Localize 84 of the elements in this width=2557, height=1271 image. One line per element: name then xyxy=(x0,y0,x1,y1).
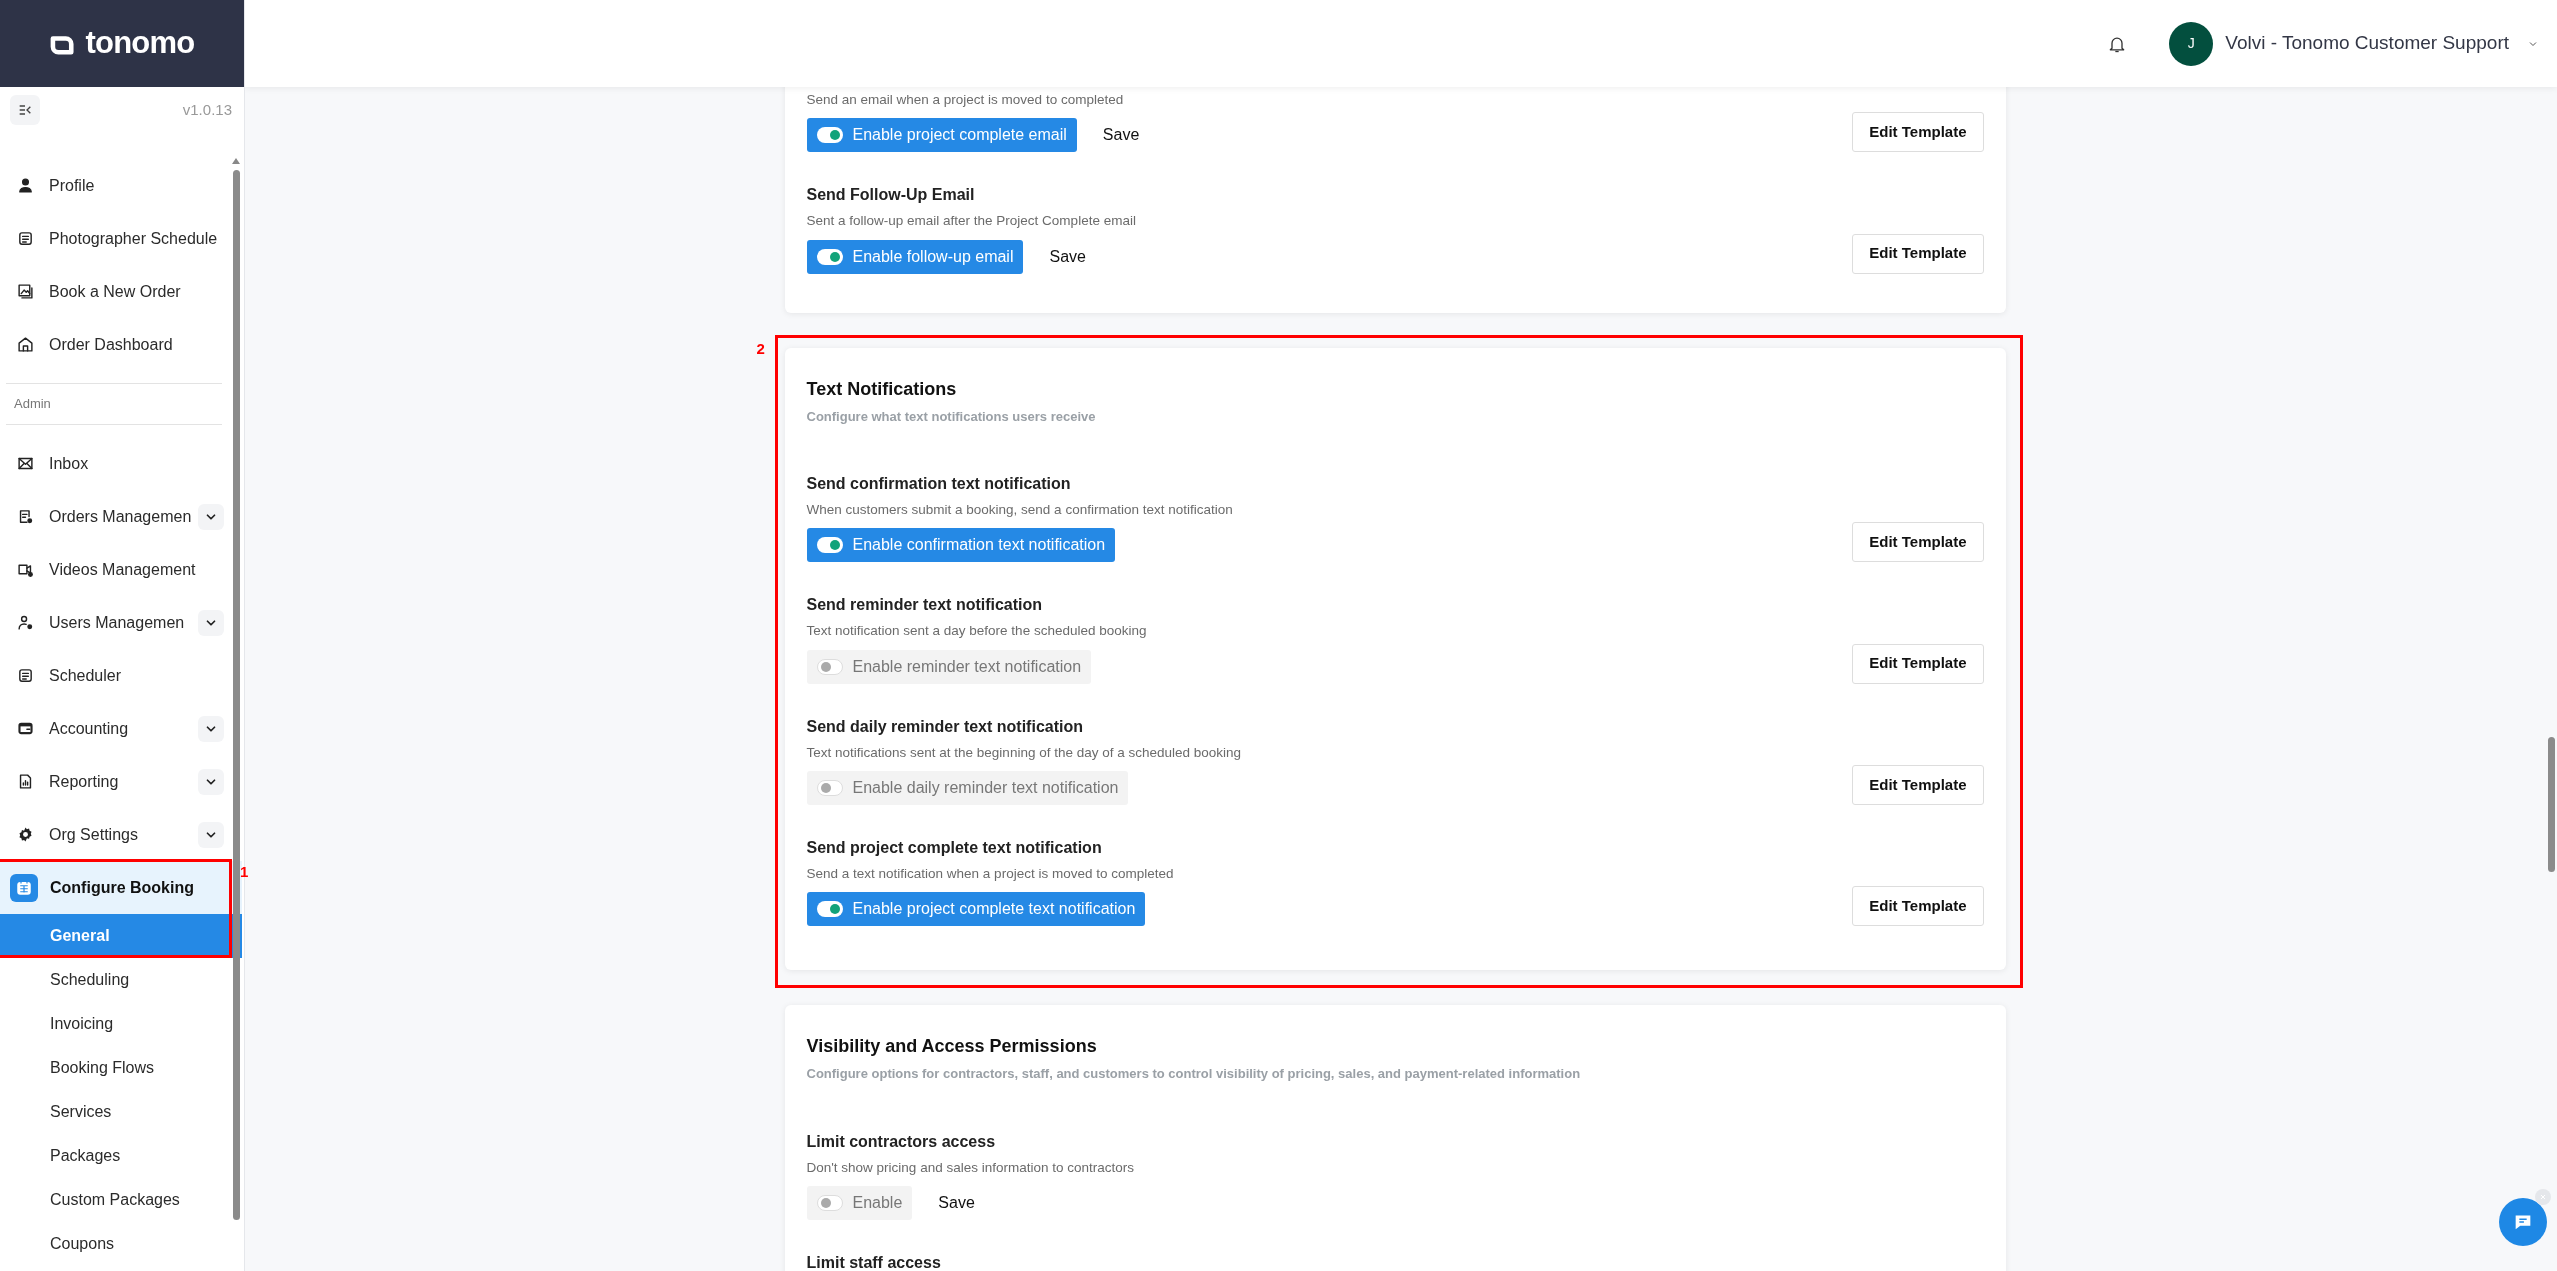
setting-title: Limit contractors access xyxy=(806,1131,997,1152)
edit-template-button[interactable]: Edit Template xyxy=(1852,764,1984,805)
submenu-item[interactable]: Packages xyxy=(0,1134,228,1178)
sidebar-item[interactable]: Reporting xyxy=(0,755,228,808)
toggle-switch[interactable]: Enable follow-up email xyxy=(806,239,1024,274)
mail-icon xyxy=(17,455,34,472)
submenu-item[interactable]: Services xyxy=(0,1090,228,1134)
save-button[interactable]: Save xyxy=(938,1190,975,1215)
sidebar-item[interactable]: Org Settings xyxy=(0,808,228,861)
version-label: v1.0.13 xyxy=(182,99,233,120)
sidebar-item[interactable]: Inbox xyxy=(0,437,228,490)
list-icon xyxy=(17,667,34,684)
expand-button[interactable] xyxy=(198,609,224,636)
setting-description: Send an email when a project is moved to completed xyxy=(806,91,1125,109)
sidebar-item[interactable]: Photographer Schedule xyxy=(0,212,228,265)
user-gear-icon xyxy=(17,614,34,631)
expand-button[interactable] xyxy=(198,821,224,848)
calendar-icon xyxy=(10,873,38,902)
avatar: J xyxy=(2169,21,2214,66)
image-icon xyxy=(17,283,34,300)
chat-button[interactable] xyxy=(2499,1198,2547,1246)
setting-title: Send project complete text notification xyxy=(806,837,1103,858)
setting-description: Sent a follow-up email after the Project Complete email xyxy=(806,212,1136,231)
setting-description: Don't show pricing and sales information to contractors xyxy=(806,1158,1134,1177)
setting-title: Send confirmation text notification xyxy=(806,474,1072,494)
settings-icon xyxy=(17,826,34,843)
setting-title: Send reminder text notification xyxy=(806,595,1044,616)
sidebar-item[interactable]: Scheduler xyxy=(0,649,228,702)
toggle-switch[interactable]: Enable xyxy=(806,1185,913,1220)
setting-description: When customers submit a booking, send a confirmation text notification xyxy=(806,501,1233,519)
setting-title: Send Follow-Up Email xyxy=(806,185,976,206)
setting-description: Text notification sent a day before the scheduled booking xyxy=(806,622,1147,641)
submenu-item[interactable]: Custom Packages xyxy=(0,1178,228,1222)
collapse-icon xyxy=(17,102,33,118)
user-menu[interactable]: J Volvi - Tonomo Customer Support xyxy=(2169,21,2539,66)
annotation-label: 1 xyxy=(240,862,249,882)
submenu-item[interactable]: General xyxy=(0,914,242,958)
wallet-icon xyxy=(17,720,34,737)
card-subtitle: Configure options for contractors, staff, and customers to control visibility of pricing, sales, and payment-related information xyxy=(806,1065,1582,1083)
setting-description: Text notifications sent at the beginning of the day of a scheduled booking xyxy=(806,743,1242,762)
sidebar-item[interactable]: Orders Managemen xyxy=(0,490,228,543)
sidebar-item[interactable]: Order Dashboard xyxy=(0,318,228,371)
expand-button[interactable] xyxy=(198,768,224,795)
edit-template-button[interactable]: Edit Template xyxy=(1852,643,1984,684)
list-icon xyxy=(17,230,34,247)
submenu-item[interactable]: Booking Flows xyxy=(0,1046,228,1090)
sidebar-item[interactable]: Book a New Order xyxy=(0,265,228,318)
save-button[interactable]: Save xyxy=(1049,244,1086,269)
sidebar-item[interactable]: Accounting xyxy=(0,702,228,755)
toggle-switch[interactable]: Enable project complete text notification xyxy=(806,892,1146,926)
expand-button[interactable] xyxy=(198,503,224,530)
setting-title: Send daily reminder text notification xyxy=(806,716,1084,737)
edit-template-button[interactable]: Edit Template xyxy=(1852,233,1984,274)
toggle-switch[interactable]: Enable confirmation text notification xyxy=(806,528,1116,563)
report-icon xyxy=(17,773,34,790)
collapse-button[interactable] xyxy=(10,95,40,125)
setting-title: Limit staff access xyxy=(806,1252,941,1271)
brand-name: tonomo xyxy=(85,24,195,63)
edit-template-button[interactable]: Edit Template xyxy=(1852,522,1984,563)
save-button[interactable]: Save xyxy=(1102,123,1140,148)
annotation-label: 2 xyxy=(756,338,765,359)
document-gear-icon xyxy=(17,508,34,525)
close-icon xyxy=(2539,1193,2547,1201)
person-icon xyxy=(17,177,34,194)
card-title: Visibility and Access Permissions xyxy=(806,1035,1098,1058)
submenu-item[interactable]: Coupons xyxy=(0,1222,228,1266)
sidebar-item[interactable]: Videos Management xyxy=(0,543,228,596)
sidebar-group-item[interactable]: Configure Booking xyxy=(0,861,242,914)
expand-button[interactable] xyxy=(198,715,224,742)
edit-template-button[interactable]: Edit Template xyxy=(1852,886,1984,926)
setting-description: Send a text notification when a project is moved to completed xyxy=(806,864,1174,883)
card-subtitle: Configure what text notifications users receive xyxy=(806,407,1097,426)
sidebar-item[interactable]: Users Managemen xyxy=(0,596,228,649)
toggle-switch[interactable]: Enable daily reminder text notification xyxy=(806,770,1129,805)
submenu-item[interactable]: Invoicing xyxy=(0,1002,228,1046)
submenu-item[interactable]: Scheduling xyxy=(0,958,228,1002)
home-icon xyxy=(17,336,34,353)
section-label: Admin xyxy=(14,395,51,414)
card-title: Text Notifications xyxy=(806,377,958,401)
sidebar-item[interactable]: Profile xyxy=(0,159,228,212)
toggle-switch[interactable]: Enable project complete email xyxy=(806,118,1077,153)
close-chat-button[interactable] xyxy=(2535,1189,2551,1205)
toggle-switch[interactable]: Enable reminder text notification xyxy=(806,649,1092,684)
edit-template-button[interactable]: Edit Template xyxy=(1852,112,1984,153)
